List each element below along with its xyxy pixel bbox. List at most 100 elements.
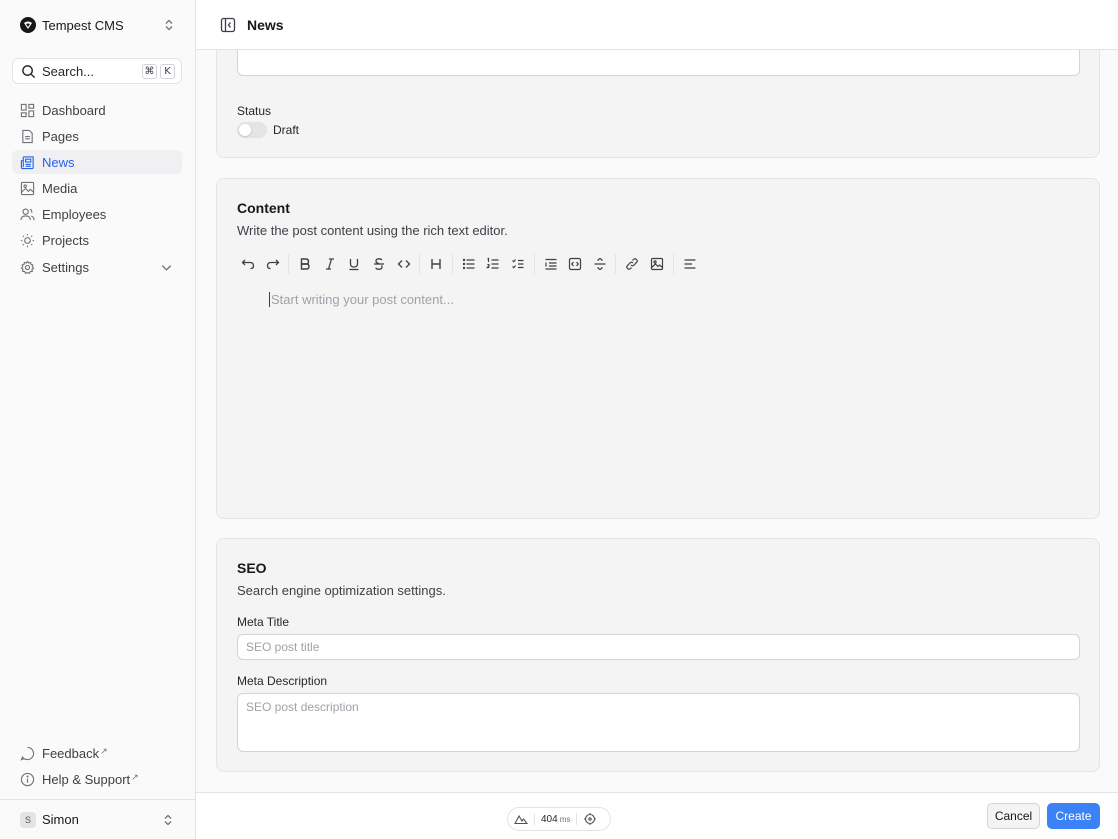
chevron-down-icon xyxy=(161,264,172,271)
sidebar-item-media[interactable]: Media xyxy=(12,177,182,201)
toolbar-divider xyxy=(288,254,290,274)
crosshair-icon xyxy=(584,813,597,825)
user-name: Simon xyxy=(42,812,79,827)
sidebar-toggle-icon[interactable] xyxy=(220,17,236,33)
content-card: Content Write the post content using the… xyxy=(216,178,1100,519)
sidebar: Tempest CMS Search... ⌘ K Dashboard Page… xyxy=(0,0,196,839)
italic-icon xyxy=(325,258,334,270)
underline-button[interactable] xyxy=(343,253,365,275)
code-icon xyxy=(397,260,410,268)
pill-divider xyxy=(534,813,535,825)
workspace-switcher[interactable]: Tempest CMS xyxy=(12,10,184,40)
heading-button[interactable] xyxy=(425,253,447,275)
bold-button[interactable] xyxy=(294,253,316,275)
toolbar-divider xyxy=(672,254,674,274)
editor-toolbar xyxy=(237,253,703,275)
undo-icon xyxy=(241,259,255,270)
heading-icon xyxy=(431,259,441,269)
meta-description-textarea[interactable]: SEO post description xyxy=(237,693,1080,752)
search-label: Search... xyxy=(42,63,95,79)
toolbar-divider xyxy=(533,254,535,274)
image-button[interactable] xyxy=(646,253,668,275)
help-support-link[interactable]: Help & Support ↗ xyxy=(12,767,182,791)
external-link-icon: ↗ xyxy=(131,772,139,782)
sidebar-item-projects[interactable]: Projects xyxy=(12,229,182,253)
undo-button[interactable] xyxy=(237,253,259,275)
create-button[interactable]: Create xyxy=(1047,803,1100,829)
sidebar-item-label: Dashboard xyxy=(42,102,106,118)
help-support-label: Help & Support xyxy=(42,771,131,787)
toolbar-divider xyxy=(615,254,617,274)
editor-input[interactable]: Start writing your post content... xyxy=(269,292,454,307)
redo-button[interactable] xyxy=(262,253,284,275)
sidebar-item-label: Pages xyxy=(42,128,79,144)
horizontal-rule-button[interactable] xyxy=(589,253,611,275)
separator-icon xyxy=(594,257,606,271)
search-button[interactable]: Search... ⌘ K xyxy=(12,58,182,84)
sidebar-item-employees[interactable]: Employees xyxy=(12,203,182,227)
underline-icon xyxy=(349,259,359,271)
sidebar-item-dashboard[interactable]: Dashboard xyxy=(12,98,182,122)
user-menu[interactable]: S Simon xyxy=(0,799,195,839)
link-icon xyxy=(626,258,639,270)
chevrons-up-down-icon xyxy=(164,814,172,825)
debug-toolbar[interactable]: 404 ms xyxy=(507,807,611,831)
bullet-list-button[interactable] xyxy=(458,253,480,275)
newspaper-icon xyxy=(20,156,34,170)
meta-title-input[interactable]: SEO post title xyxy=(237,634,1080,660)
content-title: Content xyxy=(237,200,290,216)
task-list-button[interactable] xyxy=(507,253,529,275)
code-block-button[interactable] xyxy=(564,253,586,275)
seo-card: SEO Search engine optimization settings.… xyxy=(216,538,1100,772)
workspace-name: Tempest CMS xyxy=(42,17,124,33)
tempest-logo-icon xyxy=(20,17,36,33)
shortcut-k-key: K xyxy=(160,63,175,79)
align-left-button[interactable] xyxy=(679,253,701,275)
status-label: Status xyxy=(237,104,272,118)
feedback-label: Feedback xyxy=(42,745,100,761)
status-toggle[interactable] xyxy=(237,122,267,138)
page-header: News xyxy=(196,0,1118,50)
meta-description-label: Meta Description xyxy=(237,674,328,688)
seo-description: Search engine optimization settings. xyxy=(237,583,446,598)
pill-divider xyxy=(576,813,578,825)
main-nav: Dashboard Pages News Media Employees Pro… xyxy=(12,98,182,281)
feedback-link[interactable]: Feedback ↗ xyxy=(12,741,182,765)
sidebar-item-settings[interactable]: Settings xyxy=(12,255,182,279)
sidebar-item-pages[interactable]: Pages xyxy=(12,124,182,148)
italic-button[interactable] xyxy=(319,253,341,275)
align-left-icon xyxy=(684,259,695,269)
shortcut-mod-key: ⌘ xyxy=(142,63,157,79)
link-button[interactable] xyxy=(621,253,643,275)
form-footer: 404 ms Cancel Create xyxy=(196,792,1118,839)
status-toggle-row: Draft xyxy=(237,122,299,138)
redo-icon xyxy=(266,259,280,270)
toolbar-divider xyxy=(419,254,421,274)
blockquote-button[interactable] xyxy=(540,253,562,275)
gear-icon xyxy=(20,260,35,274)
sidebar-item-label: Media xyxy=(42,181,78,197)
sidebar-item-label: Employees xyxy=(42,207,107,223)
code-button[interactable] xyxy=(393,253,415,275)
sidebar-item-label: News xyxy=(42,154,75,170)
sidebar-footer-links: Feedback ↗ Help & Support ↗ xyxy=(12,741,182,793)
image-icon xyxy=(20,181,35,196)
bullet-list-icon xyxy=(462,258,475,270)
info-icon xyxy=(20,772,35,786)
meta-title-label: Meta Title xyxy=(237,615,290,629)
strikethrough-icon xyxy=(373,258,384,270)
message-circle-icon xyxy=(20,746,35,761)
blockquote-icon xyxy=(544,258,557,270)
timing-unit: ms xyxy=(559,814,571,824)
cancel-button[interactable]: Cancel xyxy=(987,803,1040,829)
strikethrough-button[interactable] xyxy=(368,253,390,275)
status-toggle-label: Draft xyxy=(273,123,300,137)
sidebar-item-news[interactable]: News xyxy=(12,150,182,175)
ordered-list-button[interactable] xyxy=(482,253,504,275)
dashboard-icon xyxy=(20,103,35,117)
external-link-icon: ↗ xyxy=(100,746,108,756)
ordered-list-icon xyxy=(486,257,499,269)
sidebar-item-label: Projects xyxy=(42,233,89,249)
chevrons-up-down-icon xyxy=(165,19,173,31)
sidebar-item-label: Settings xyxy=(42,259,89,275)
